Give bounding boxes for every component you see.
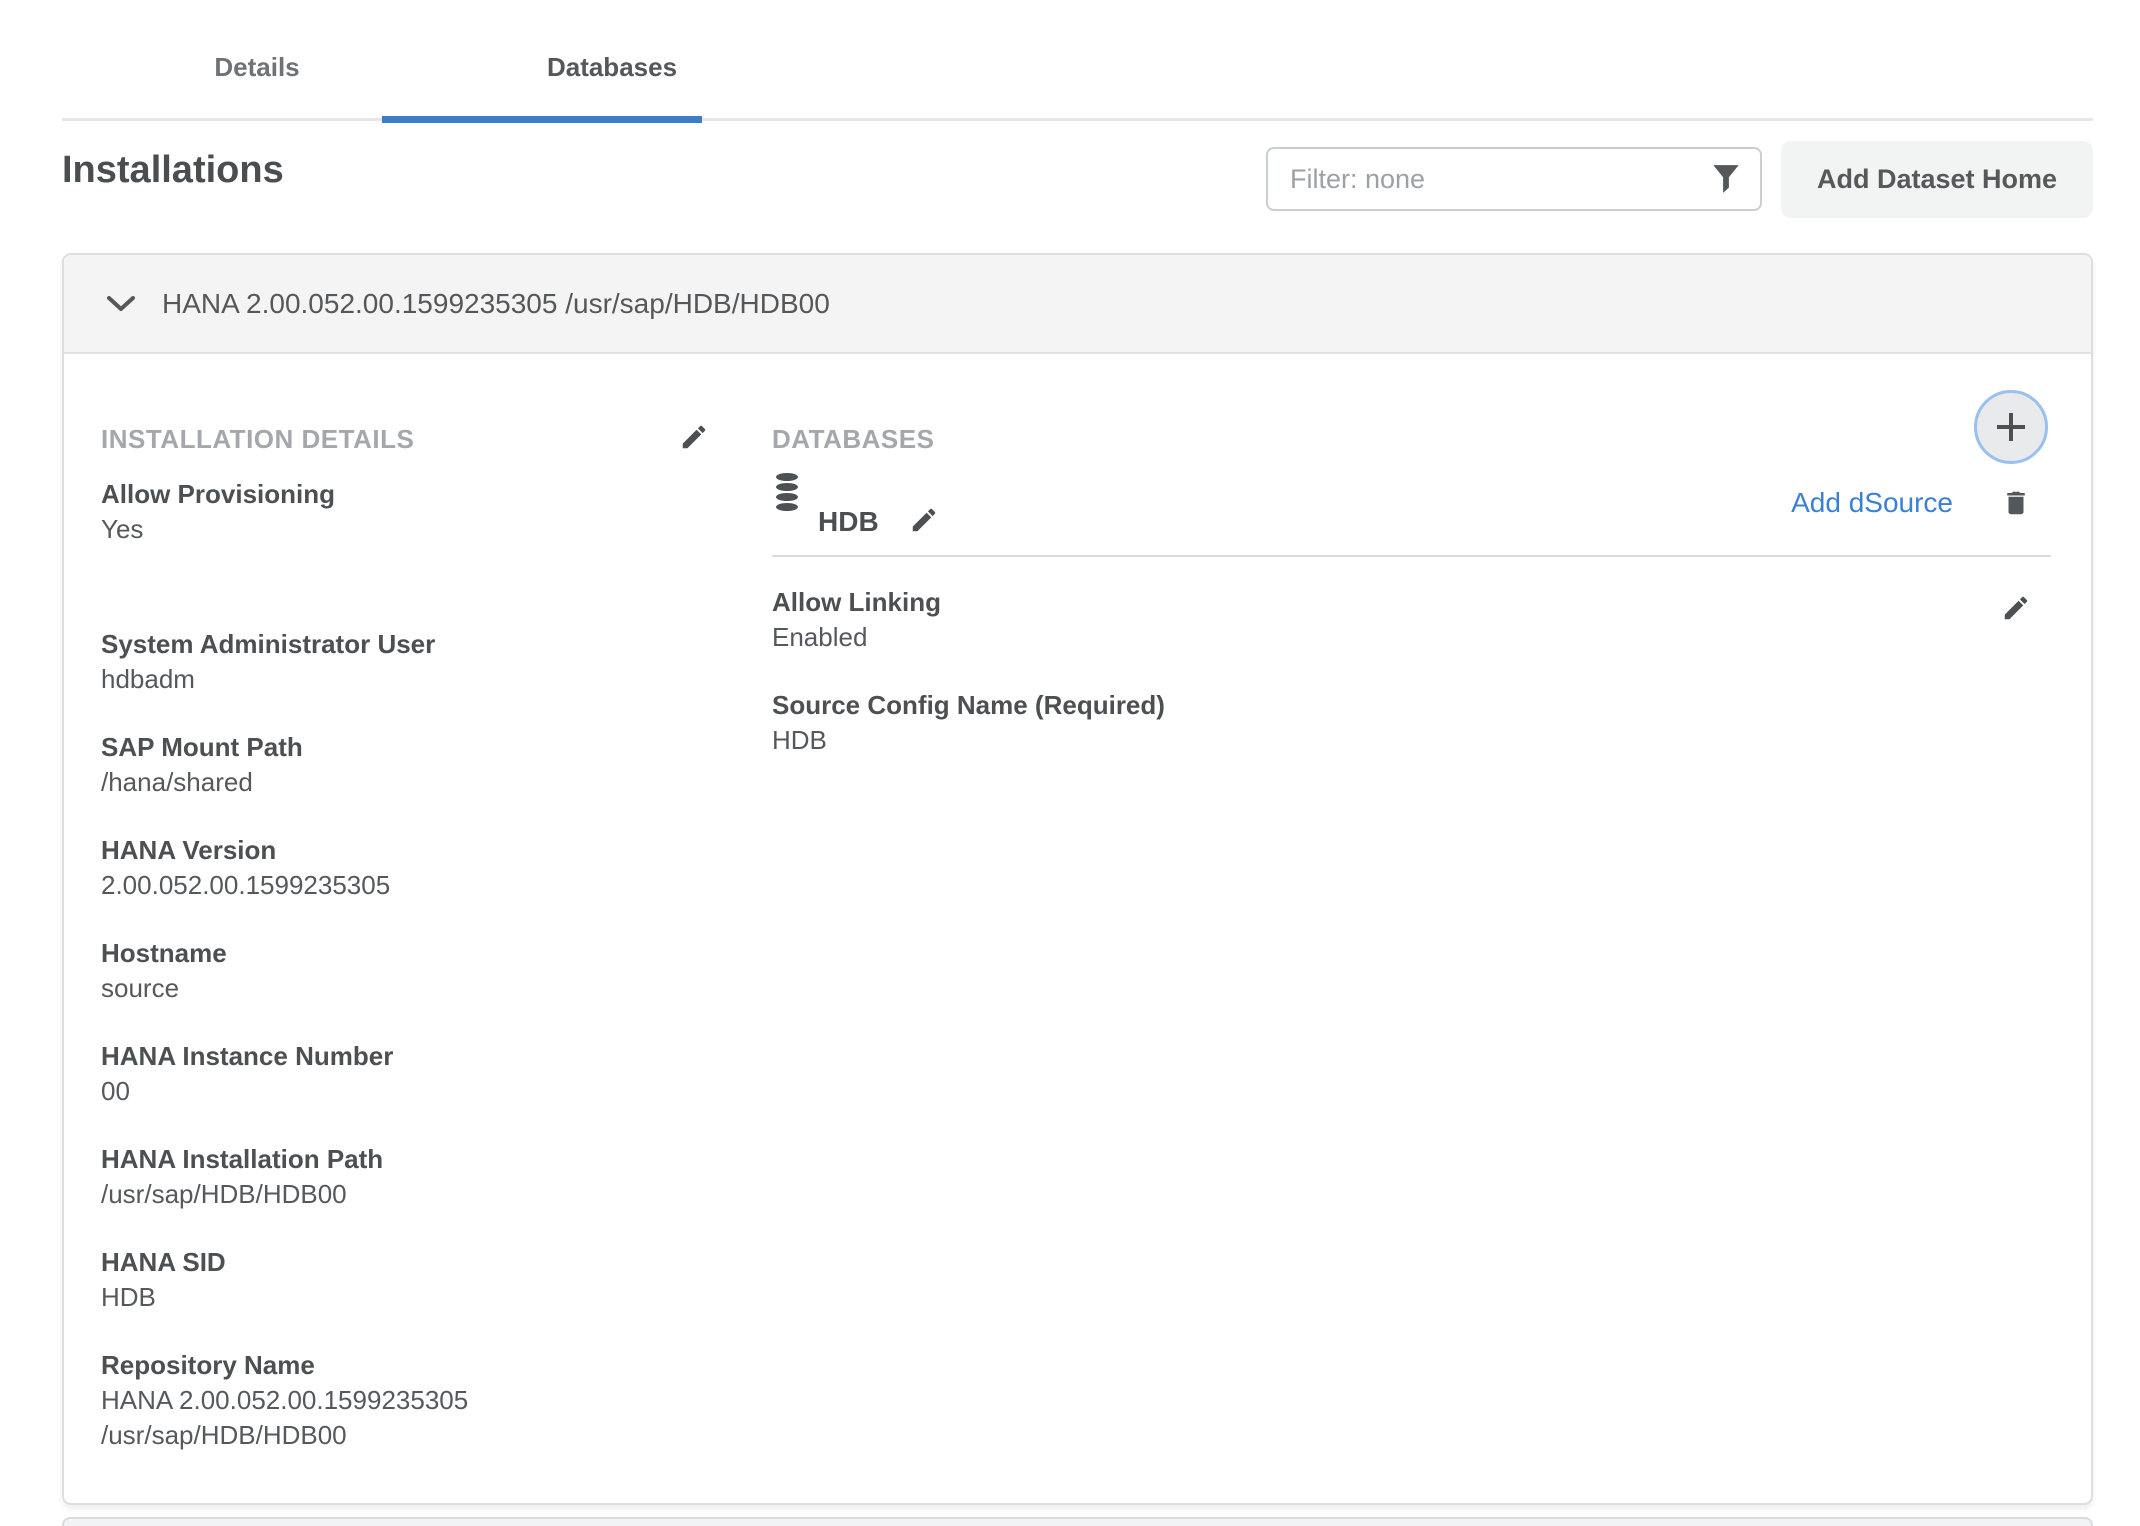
field-label: Source Config Name (Required) xyxy=(772,688,2051,723)
installation-panel-header[interactable]: HANA 2.00.052.00.1599235305 /usr/sap/HDB… xyxy=(64,255,2091,354)
field-label: HANA Installation Path xyxy=(101,1142,709,1177)
add-dsource-link[interactable]: Add dSource xyxy=(1791,487,1953,519)
field-label: Allow Linking xyxy=(772,585,941,620)
field-value: HDB xyxy=(772,723,1352,758)
field-allow-provisioning: Allow Provisioning Yes xyxy=(101,477,709,547)
field-value: Yes xyxy=(101,512,681,547)
field-label: Repository Name xyxy=(101,1348,709,1383)
allow-linking-row: Allow Linking Enabled xyxy=(772,585,2051,688)
database-icon xyxy=(772,472,802,512)
tab-bar: Details Databases xyxy=(62,0,2093,121)
installation-title: HANA 2.00.052.00.1599235305 /usr/sap/HDB… xyxy=(162,288,830,320)
filter-input[interactable] xyxy=(1266,147,1762,211)
field-label: System Administrator User xyxy=(101,627,709,662)
field-label: Allow Provisioning xyxy=(101,477,709,512)
field-value: Enabled xyxy=(772,620,941,655)
installation-panel: HANA 2.00.052.00.1599235305 /usr/sap/HDB… xyxy=(62,253,2093,1505)
tab-databases[interactable]: Databases xyxy=(462,52,762,83)
field-value: 00 xyxy=(101,1074,681,1109)
edit-installation-icon[interactable] xyxy=(679,422,709,452)
field-hostname: Hostname source xyxy=(101,936,709,1006)
field-label: Hostname xyxy=(101,936,709,971)
database-divider xyxy=(772,555,2051,557)
field-value: HDB xyxy=(101,1280,681,1315)
databases-heading: DATABASES xyxy=(772,422,934,457)
field-value: hdbadm xyxy=(101,662,681,697)
next-installation-panel-header[interactable] xyxy=(62,1517,2093,1526)
field-hana-instance-number: HANA Instance Number 00 xyxy=(101,1039,709,1109)
field-repository-name: Repository Name HANA 2.00.052.00.1599235… xyxy=(101,1348,709,1453)
page-title: Installations xyxy=(62,149,284,192)
delete-database-icon[interactable] xyxy=(2001,487,2031,519)
field-value: HANA 2.00.052.00.1599235305 /usr/sap/HDB… xyxy=(101,1383,681,1453)
filter-funnel-icon[interactable] xyxy=(1712,164,1740,194)
databases-section: DATABASES HDB Add dSource xyxy=(772,422,2051,1486)
edit-database-icon[interactable] xyxy=(909,505,939,535)
filter-box xyxy=(1266,147,1762,211)
field-hana-version: HANA Version 2.00.052.00.1599235305 xyxy=(101,833,709,903)
database-row: HDB Add dSource xyxy=(772,470,2051,537)
field-sap-mount-path: SAP Mount Path /hana/shared xyxy=(101,730,709,800)
field-system-administrator-user: System Administrator User hdbadm xyxy=(101,627,709,697)
plus-icon xyxy=(1994,410,2028,444)
installation-details-section: INSTALLATION DETAILS Allow Provisioning … xyxy=(101,422,709,1486)
tab-details[interactable]: Details xyxy=(162,52,352,83)
installation-details-heading: INSTALLATION DETAILS xyxy=(101,422,414,457)
field-hana-sid: HANA SID HDB xyxy=(101,1245,709,1315)
field-hana-installation-path: HANA Installation Path /usr/sap/HDB/HDB0… xyxy=(101,1142,709,1212)
chevron-down-icon xyxy=(106,295,136,313)
field-source-config-name: Source Config Name (Required) HDB xyxy=(772,688,2051,758)
add-database-button[interactable] xyxy=(1974,390,2048,464)
database-name: HDB xyxy=(818,507,879,537)
field-value: source xyxy=(101,971,681,1006)
installation-panel-body: INSTALLATION DETAILS Allow Provisioning … xyxy=(64,354,2091,1486)
field-value: /usr/sap/HDB/HDB00 xyxy=(101,1177,681,1212)
installations-header: Installations Add Dataset Home xyxy=(62,121,2093,253)
field-allow-linking: Allow Linking Enabled xyxy=(772,585,941,655)
field-label: HANA Version xyxy=(101,833,709,868)
field-label: SAP Mount Path xyxy=(101,730,709,765)
edit-linking-icon[interactable] xyxy=(2001,593,2031,623)
field-label: HANA SID xyxy=(101,1245,709,1280)
field-label: HANA Instance Number xyxy=(101,1039,709,1074)
add-dataset-home-button[interactable]: Add Dataset Home xyxy=(1781,141,2093,218)
field-value: 2.00.052.00.1599235305 xyxy=(101,868,681,903)
field-value: /hana/shared xyxy=(101,765,681,800)
